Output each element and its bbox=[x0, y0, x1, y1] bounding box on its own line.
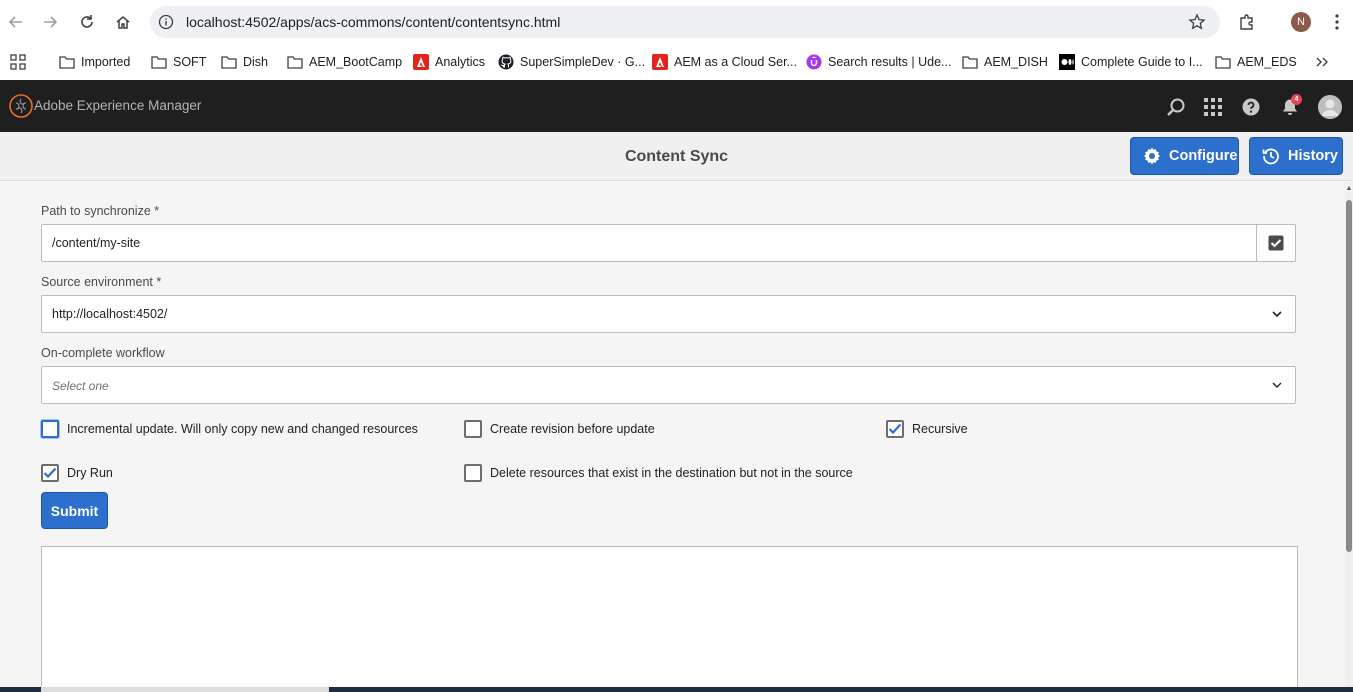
user-avatar[interactable] bbox=[1318, 95, 1342, 119]
bookmark-item[interactable]: SuperSimpleDev · G... bbox=[498, 52, 645, 72]
recursive-checkbox[interactable] bbox=[886, 420, 904, 438]
browser-toolbar: localhost:4502/apps/acs-commons/content/… bbox=[0, 0, 1353, 44]
dry-run-option[interactable]: Dry Run bbox=[41, 464, 113, 482]
notification-count-badge: 4 bbox=[1291, 94, 1302, 105]
workflow-select[interactable]: Select one bbox=[41, 366, 1296, 404]
site-info-icon[interactable] bbox=[158, 14, 174, 30]
configure-button[interactable]: Configure bbox=[1130, 137, 1239, 175]
recursive-option[interactable]: Recursive bbox=[886, 420, 968, 438]
path-picker-button[interactable] bbox=[1256, 224, 1296, 262]
help-icon[interactable] bbox=[1240, 96, 1262, 118]
bookmark-item[interactable]: AEM_BootCamp bbox=[287, 52, 402, 72]
source-environment-select[interactable]: http://localhost:4502/ bbox=[41, 295, 1296, 333]
bookmark-item[interactable]: AEM as a Cloud Ser... bbox=[652, 52, 797, 72]
folder-icon bbox=[287, 54, 303, 70]
path-label: Path to synchronize * bbox=[41, 204, 160, 218]
folder-icon bbox=[59, 54, 75, 70]
bookmark-item[interactable]: Imported bbox=[59, 52, 130, 72]
forward-icon[interactable] bbox=[38, 10, 62, 34]
chevron-down-icon bbox=[1271, 308, 1283, 320]
bookmark-item[interactable]: Complete Guide to I... bbox=[1059, 52, 1203, 72]
bottom-edge-strip bbox=[0, 687, 1353, 692]
source-label: Source environment * bbox=[41, 275, 162, 289]
delete-resources-option[interactable]: Delete resources that exist in the desti… bbox=[464, 464, 853, 482]
scroll-up-arrow-icon[interactable]: ▲ bbox=[1345, 184, 1353, 192]
history-button[interactable]: History bbox=[1249, 137, 1343, 175]
home-icon[interactable] bbox=[111, 10, 135, 34]
scrollbar-thumb[interactable] bbox=[1346, 200, 1352, 552]
bookmark-item[interactable]: Search results | Ude... bbox=[806, 52, 951, 72]
profile-avatar[interactable]: N bbox=[1289, 10, 1313, 34]
adobe-icon bbox=[652, 54, 668, 70]
back-icon[interactable] bbox=[4, 10, 28, 34]
folder-icon bbox=[1215, 54, 1231, 70]
checkmark-icon bbox=[43, 467, 57, 479]
search-icon[interactable] bbox=[1165, 96, 1187, 118]
reload-icon[interactable] bbox=[75, 10, 99, 34]
incremental-update-checkbox[interactable] bbox=[41, 420, 59, 438]
checkmark-icon bbox=[888, 423, 902, 435]
history-clock-icon bbox=[1262, 147, 1280, 165]
solutions-grid-icon[interactable] bbox=[1202, 96, 1224, 118]
adobe-icon bbox=[413, 54, 429, 70]
output-log-area[interactable] bbox=[41, 546, 1298, 692]
picker-checkbox-icon bbox=[1268, 235, 1284, 256]
bookmark-item[interactable]: AEM_EDS bbox=[1215, 52, 1297, 72]
bookmark-star-icon[interactable] bbox=[1188, 13, 1206, 36]
address-bar[interactable]: localhost:4502/apps/acs-commons/content/… bbox=[150, 6, 1220, 38]
create-revision-option[interactable]: Create revision before update bbox=[464, 420, 655, 438]
dry-run-checkbox[interactable] bbox=[41, 464, 59, 482]
github-icon bbox=[498, 54, 514, 70]
folder-icon bbox=[151, 54, 167, 70]
apps-grid-icon[interactable] bbox=[10, 52, 26, 72]
create-revision-checkbox[interactable] bbox=[464, 420, 482, 438]
horizontal-scroll-segment bbox=[41, 687, 329, 692]
path-input[interactable]: /content/my-site bbox=[41, 224, 1296, 262]
delete-resources-checkbox[interactable] bbox=[464, 464, 482, 482]
bookmark-item[interactable]: AEM_DISH bbox=[962, 52, 1048, 72]
submit-button[interactable]: Submit bbox=[41, 492, 108, 529]
gear-icon bbox=[1143, 147, 1161, 165]
bookmark-item[interactable]: SOFT bbox=[151, 52, 206, 72]
incremental-update-option[interactable]: Incremental update. Will only copy new a… bbox=[41, 420, 418, 438]
chevron-down-icon bbox=[1271, 379, 1283, 391]
workflow-label: On-complete workflow bbox=[41, 346, 165, 360]
aem-logo-icon[interactable] bbox=[9, 94, 33, 118]
page-scrollbar[interactable]: ▲ bbox=[1345, 182, 1353, 692]
folder-icon bbox=[962, 54, 978, 70]
more-bookmarks-icon[interactable] bbox=[1315, 52, 1329, 72]
url-text[interactable]: localhost:4502/apps/acs-commons/content/… bbox=[186, 14, 560, 30]
more-options-icon[interactable] bbox=[1325, 10, 1349, 34]
medium-icon bbox=[1059, 54, 1075, 70]
extensions-icon[interactable] bbox=[1235, 10, 1259, 34]
bookmark-item[interactable]: Analytics bbox=[413, 52, 485, 72]
bookmark-item[interactable]: Dish bbox=[221, 52, 268, 72]
folder-icon bbox=[221, 54, 237, 70]
aem-shell-header: Adobe Experience Manager bbox=[0, 80, 1353, 132]
bookmarks-bar: Imported SOFT Dish AEM_BootCamp Analytic… bbox=[0, 44, 1353, 80]
aem-product-title[interactable]: Adobe Experience Manager bbox=[34, 98, 201, 113]
udemy-icon bbox=[806, 54, 822, 70]
